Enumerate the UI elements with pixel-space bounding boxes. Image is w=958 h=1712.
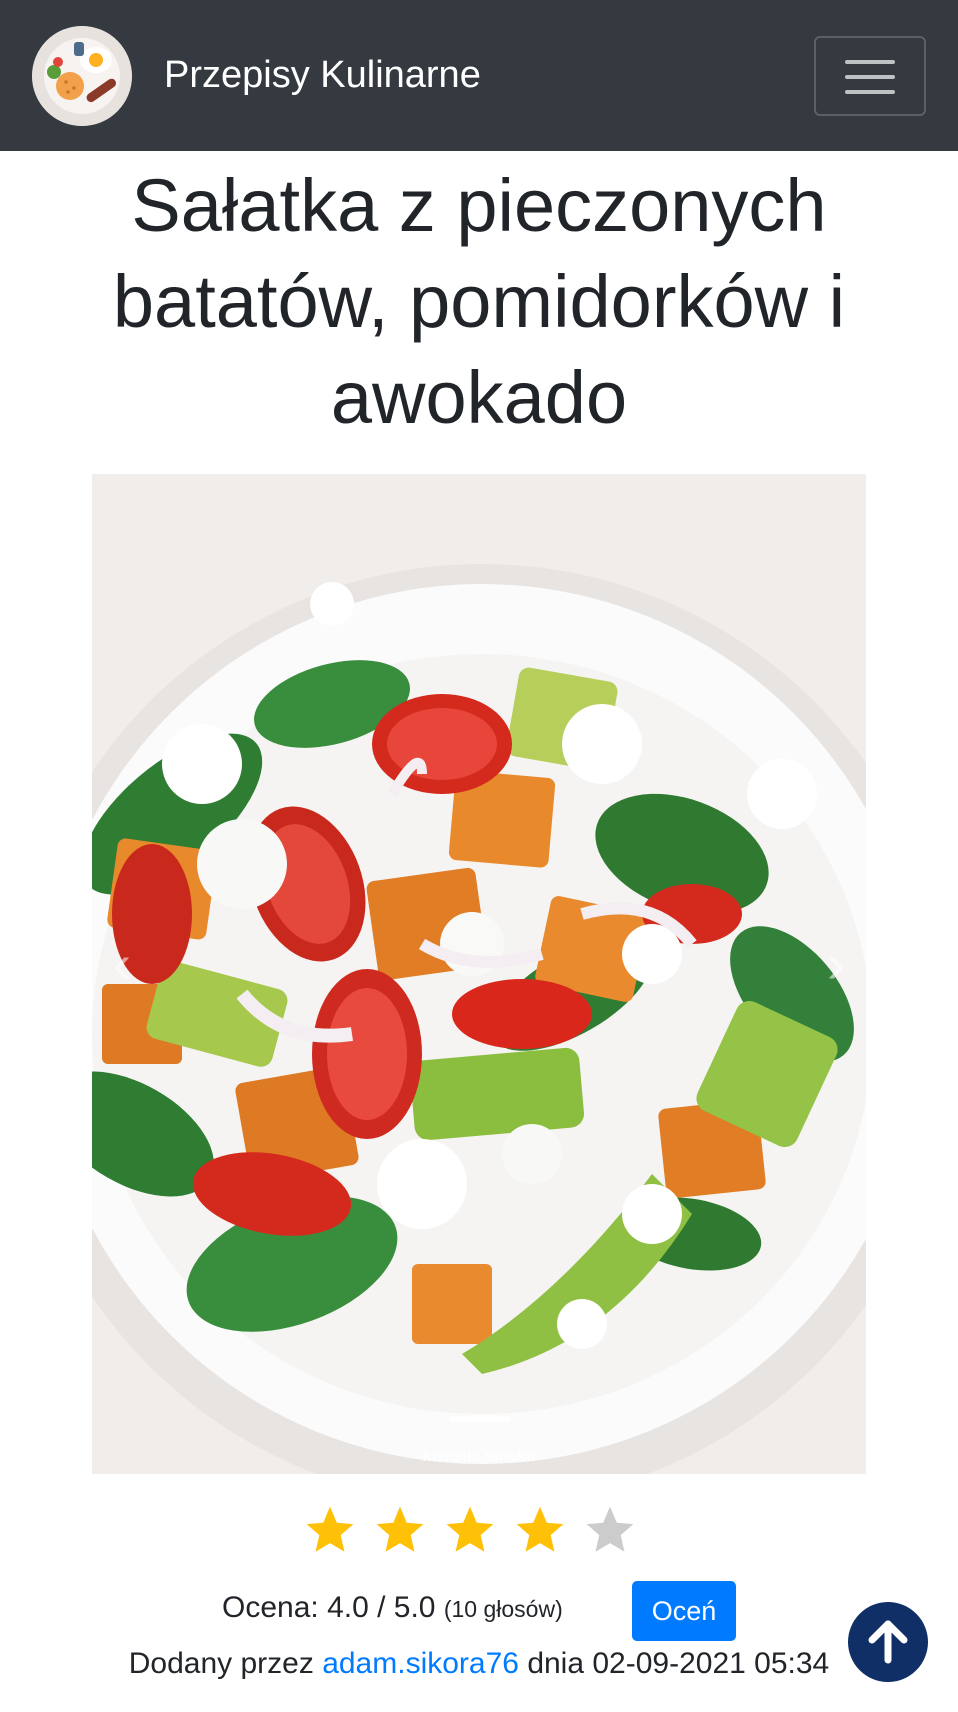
- menu-bar: [845, 75, 895, 79]
- star-empty-icon: [586, 1506, 634, 1552]
- hamburger-menu-icon[interactable]: [814, 36, 926, 116]
- salad-photo: [92, 474, 866, 1474]
- rating-summary: Ocena: 4.0 / 5.0 (10 głosów): [222, 1588, 563, 1629]
- added-date: 02-09-2021 05:34: [592, 1647, 830, 1680]
- menu-bar: [845, 90, 895, 94]
- rating-stars: [302, 1502, 638, 1558]
- chevron-right-icon[interactable]: ›: [816, 934, 856, 994]
- star-filled-icon: [306, 1506, 354, 1552]
- added-by-prefix: Dodany przez: [128, 1647, 314, 1680]
- brand-name[interactable]: Przepisy Kulinarne: [164, 50, 481, 100]
- image-watermark: kwestia smaku: [422, 1448, 536, 1465]
- rating-votes: (10 głosów): [443, 1596, 563, 1622]
- recipe-title: Sałatka z pieczonych batatów, pomidorków…: [112, 164, 846, 439]
- rating-value: 4.0 / 5.0: [327, 1591, 436, 1624]
- recipe-image-carousel[interactable]: ‹ › kwestia smaku: [92, 474, 866, 1474]
- star-filled-icon: [516, 1506, 564, 1552]
- rating-label: Ocena:: [222, 1591, 319, 1624]
- date-prefix: dnia: [527, 1647, 585, 1680]
- chevron-left-icon[interactable]: ‹: [102, 934, 142, 994]
- carousel-indicator[interactable]: [450, 1416, 510, 1422]
- breakfast-plate-icon[interactable]: [32, 26, 132, 126]
- navbar: Przepisy Kulinarne: [0, 0, 958, 151]
- star-filled-icon: [446, 1506, 494, 1552]
- author-link[interactable]: adam.sikora76: [322, 1647, 519, 1680]
- star-filled-icon: [376, 1506, 424, 1552]
- arrow-up-icon[interactable]: [848, 1602, 928, 1682]
- rate-button[interactable]: Oceń: [632, 1581, 736, 1641]
- added-by-line: Dodany przez adam.sikora76 dnia 02-09-20…: [0, 1644, 958, 1684]
- menu-bar: [845, 60, 895, 64]
